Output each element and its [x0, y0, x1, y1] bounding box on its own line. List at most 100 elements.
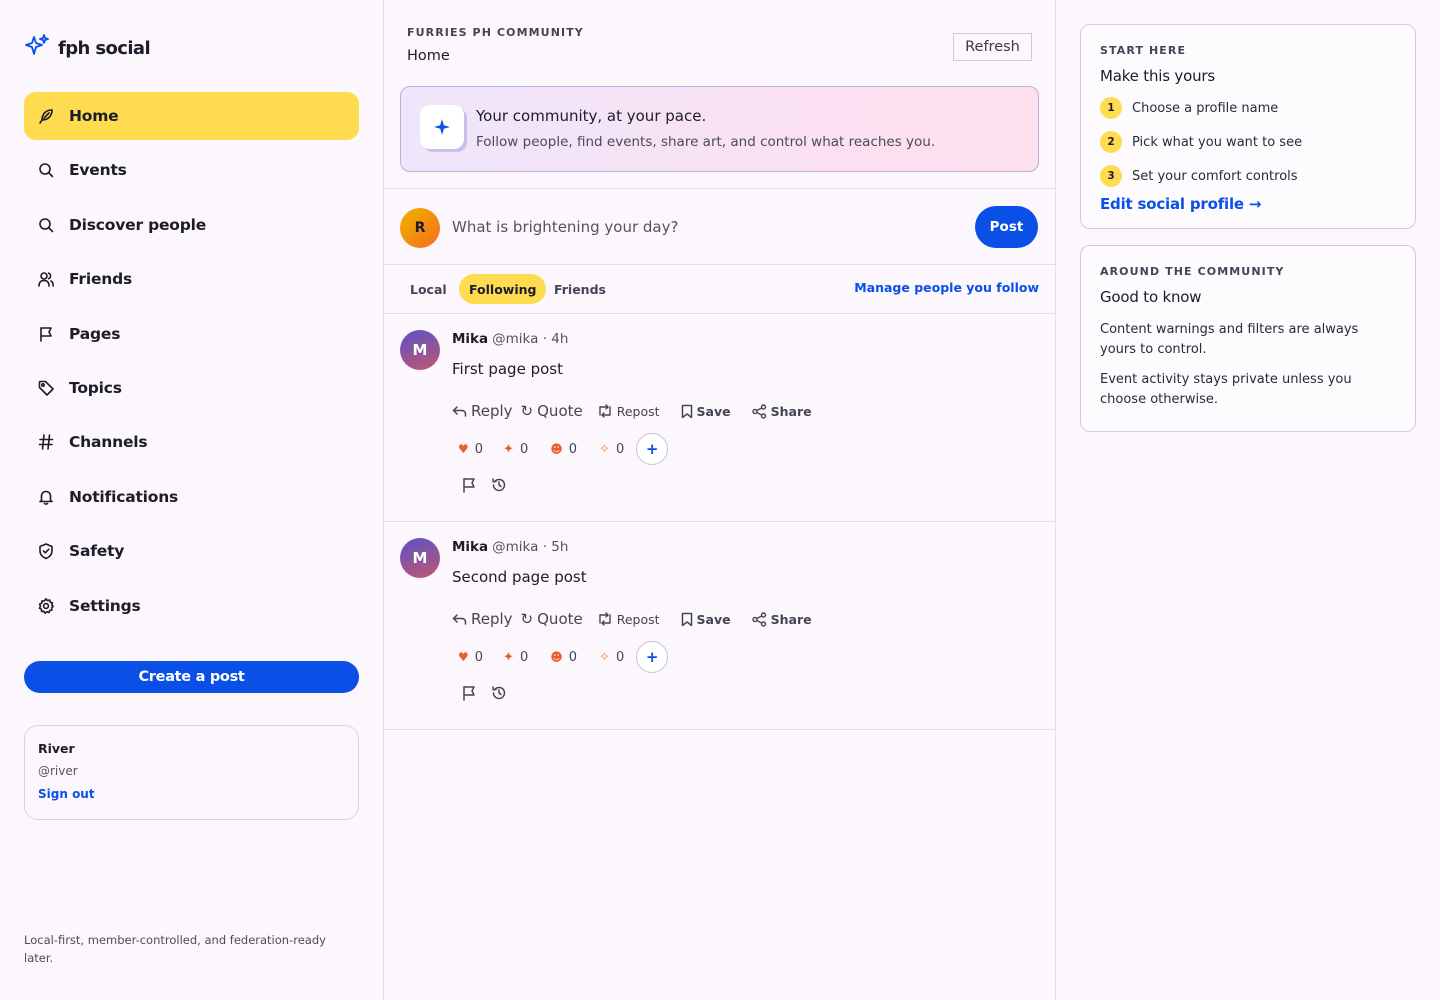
onboarding-step[interactable]: 3 Set your comfort controls: [1100, 165, 1396, 187]
reaction-star[interactable]: ✧ 0: [599, 650, 624, 665]
tab-friends[interactable]: Friends: [544, 274, 616, 304]
reaction-count: 0: [474, 441, 484, 457]
reaction-heart[interactable]: ♥ 0: [458, 442, 483, 457]
sidebar-item-events[interactable]: Events: [24, 146, 359, 194]
repost-button[interactable]: Repost: [597, 612, 660, 627]
add-reaction-button[interactable]: +: [636, 641, 669, 673]
brand[interactable]: fph social: [24, 33, 151, 63]
step-label: Pick what you want to see: [1132, 134, 1303, 150]
post-composer: R Post: [384, 188, 1055, 265]
sidebar-item-notifications[interactable]: Notifications: [24, 473, 359, 521]
feather-icon: [37, 107, 55, 125]
sidebar-item-topics[interactable]: Topics: [24, 364, 359, 412]
repost-button[interactable]: Repost: [597, 404, 660, 419]
search-icon: [37, 216, 55, 234]
community-eyebrow: FURRIES PH COMMUNITY: [407, 26, 584, 39]
reply-icon: [452, 614, 467, 625]
quote-button[interactable]: ↻ Quote: [521, 402, 583, 420]
reaction-heart[interactable]: ♥ 0: [458, 650, 483, 665]
history-icon[interactable]: [491, 477, 507, 497]
sidebar-item-settings[interactable]: Settings: [24, 582, 359, 630]
heart-icon: ♥: [458, 442, 469, 456]
post-header: Mika @mika · 5h: [452, 539, 568, 555]
sidebar: fph social Home Events Discover people F…: [0, 0, 384, 1000]
refresh-quote-icon: ↻: [520, 402, 534, 420]
reply-button[interactable]: Reply: [452, 610, 513, 628]
add-reaction-button[interactable]: +: [636, 433, 669, 465]
step-number: 3: [1100, 165, 1122, 187]
repost-label: Repost: [616, 403, 660, 419]
gear-icon: [37, 597, 55, 615]
sidebar-item-label: Safety: [69, 542, 125, 561]
main-feed: FURRIES PH COMMUNITY Home Refresh Your c…: [384, 0, 1056, 1000]
reaction-count: 0: [519, 649, 529, 665]
sidebar-item-label: Notifications: [69, 487, 179, 506]
sidebar-item-discover-people[interactable]: Discover people: [24, 201, 359, 249]
smile-icon: ☻: [550, 442, 563, 456]
compose-input[interactable]: [452, 215, 952, 239]
sidebar-item-channels[interactable]: Channels: [24, 418, 359, 466]
save-button[interactable]: Save: [681, 612, 731, 627]
reaction-star[interactable]: ✧ 0: [599, 442, 624, 457]
search-icon: [37, 161, 55, 179]
sidebar-item-label: Settings: [69, 596, 141, 615]
post-tools: [461, 685, 507, 705]
post-button[interactable]: Post: [975, 206, 1038, 248]
edit-profile-link[interactable]: Edit social profile →: [1100, 195, 1396, 213]
reaction-count: 0: [519, 441, 529, 457]
create-post-button[interactable]: Create a post: [24, 661, 359, 693]
post-author[interactable]: Mika: [452, 331, 488, 347]
reaction-count: 0: [568, 649, 578, 665]
hash-icon: [37, 433, 55, 451]
banner-subtitle: Follow people, find events, share art, a…: [476, 134, 936, 150]
sidebar-item-home[interactable]: Home: [24, 92, 359, 140]
onboarding-step[interactable]: 2 Pick what you want to see: [1100, 131, 1396, 153]
post-author[interactable]: Mika: [452, 539, 488, 555]
reaction-sparkle[interactable]: ✦ 0: [503, 650, 528, 665]
sidebar-item-label: Home: [69, 107, 119, 125]
save-button[interactable]: Save: [681, 404, 731, 419]
history-icon[interactable]: [491, 685, 507, 705]
reaction-count: 0: [474, 649, 484, 665]
quote-button[interactable]: ↻ Quote: [521, 610, 583, 628]
banner-title: Your community, at your pace.: [476, 107, 707, 125]
reaction-count: 0: [615, 649, 625, 665]
flag-icon[interactable]: [461, 477, 477, 497]
post-actions: Reply ↻ Quote Repost Save Share: [452, 401, 812, 421]
repost-icon: [599, 612, 611, 626]
around-community-card: AROUND THE COMMUNITY Good to know Conten…: [1080, 245, 1416, 432]
share-label: Share: [770, 611, 812, 627]
sidebar-item-label: Friends: [69, 270, 133, 289]
flag-icon[interactable]: [461, 685, 477, 705]
sidebar-item-pages[interactable]: Pages: [24, 310, 359, 358]
tab-local[interactable]: Local: [400, 274, 457, 304]
sidebar-item-friends[interactable]: Friends: [24, 255, 359, 303]
sidebar-item-safety[interactable]: Safety: [24, 527, 359, 575]
shield-icon: [37, 542, 55, 560]
smile-icon: ☻: [550, 650, 563, 664]
sign-out-link[interactable]: Sign out: [38, 787, 345, 801]
share-button[interactable]: Share: [751, 404, 812, 419]
reaction-sparkle[interactable]: ✦ 0: [503, 442, 528, 457]
share-button[interactable]: Share: [751, 611, 812, 627]
post-body: First page post: [452, 360, 563, 378]
tag-icon: [37, 379, 55, 397]
brand-name: fph social: [58, 37, 151, 59]
save-label: Save: [696, 403, 731, 419]
reaction-smile[interactable]: ☻ 0: [550, 442, 577, 457]
card-title: Good to know: [1100, 288, 1202, 306]
refresh-button[interactable]: Refresh: [953, 33, 1032, 61]
step-number: 2: [1100, 131, 1122, 153]
info-paragraph: Event activity stays private unless you …: [1100, 372, 1352, 407]
feed-tabs: Local Following Friends Manage people yo…: [384, 265, 1055, 314]
bell-icon: [37, 488, 55, 506]
post-reactions: ♥ 0 ✦ 0 ☻ 0 ✧ 0 +: [458, 641, 669, 673]
tab-following[interactable]: Following: [459, 274, 547, 304]
reaction-smile[interactable]: ☻ 0: [550, 650, 577, 665]
card-eyebrow: AROUND THE COMMUNITY: [1100, 265, 1285, 278]
feed-post: M Mika @mika · 4h First page post Reply ↻…: [384, 314, 1055, 522]
onboarding-step[interactable]: 1 Choose a profile name: [1100, 97, 1396, 119]
manage-following-link[interactable]: Manage people you follow: [854, 280, 1039, 295]
quote-label: Quote: [537, 402, 583, 420]
reply-button[interactable]: Reply: [452, 402, 513, 420]
